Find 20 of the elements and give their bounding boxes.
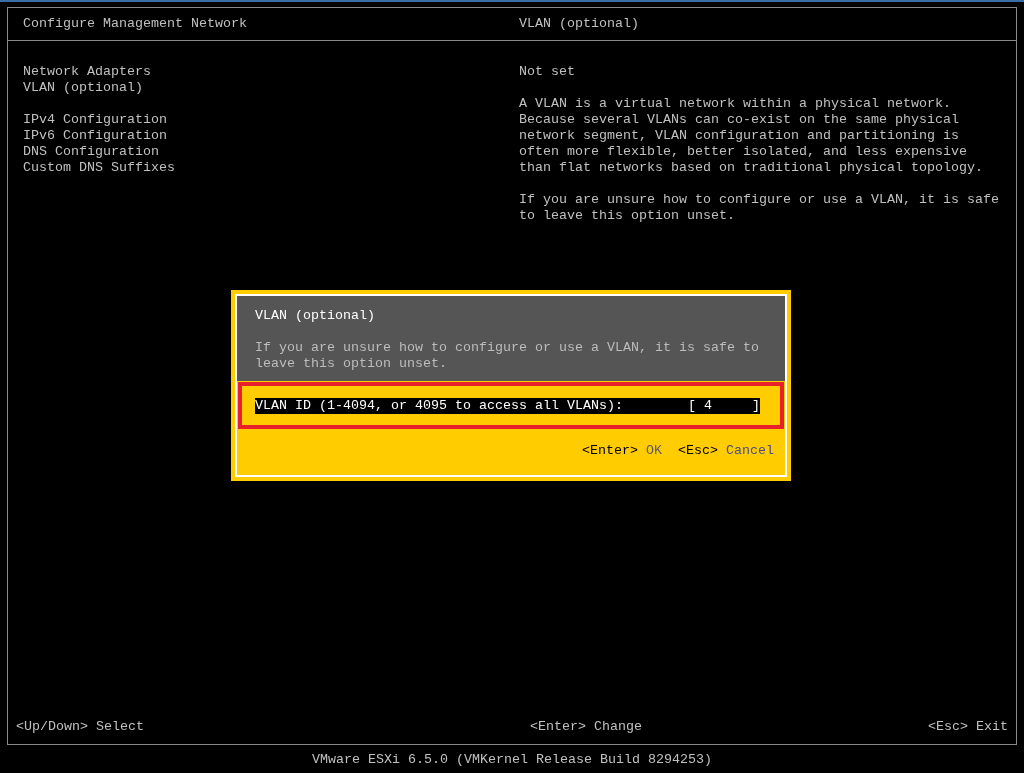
description-paragraph: If you are unsure how to configure or use a VLAN, it is safe to leave this option unset. [519, 192, 999, 224]
change-hint: <Enter> Change [530, 719, 642, 735]
description-paragraph: A VLAN is a virtual network within a physical network. Because several VLANs can co-exist on the same physical network segment, VLAN configuration and partitioning is often more flexible, better isolated, and less expensive than flat networks based on traditional physical topology. [519, 96, 983, 176]
detail-title: VLAN (optional) [519, 16, 639, 31]
vlan-value: Not set [519, 64, 575, 80]
cancel-button[interactable]: <Esc> Cancel [678, 443, 774, 459]
menu-item[interactable]: DNS Configuration [23, 144, 159, 160]
menu-item[interactable]: IPv6 Configuration [23, 128, 167, 144]
screen-title: Configure Management Network [23, 16, 247, 31]
exit-hint: <Esc> Exit [928, 719, 1008, 735]
menu-item[interactable]: VLAN (optional) [23, 80, 143, 96]
vlan-id-field[interactable]: VLAN ID (1-4094, or 4095 to access all VLANs): [ 4 ] [255, 397, 760, 414]
menu-item[interactable]: IPv4 Configuration [23, 112, 167, 128]
menu-item[interactable]: Network Adapters [23, 64, 151, 80]
ok-button[interactable]: <Enter> OK [582, 443, 662, 459]
menu-item[interactable]: Custom DNS Suffixes [23, 160, 175, 176]
dialog-message: If you are unsure how to configure or use a VLAN, it is safe to leave this option unset. [255, 340, 759, 371]
dialog-title: VLAN (optional) [255, 308, 375, 323]
select-hint: <Up/Down> Select [16, 719, 144, 735]
version-status: VMware ESXi 6.5.0 (VMKernel Release Build 8294253) [312, 752, 712, 768]
